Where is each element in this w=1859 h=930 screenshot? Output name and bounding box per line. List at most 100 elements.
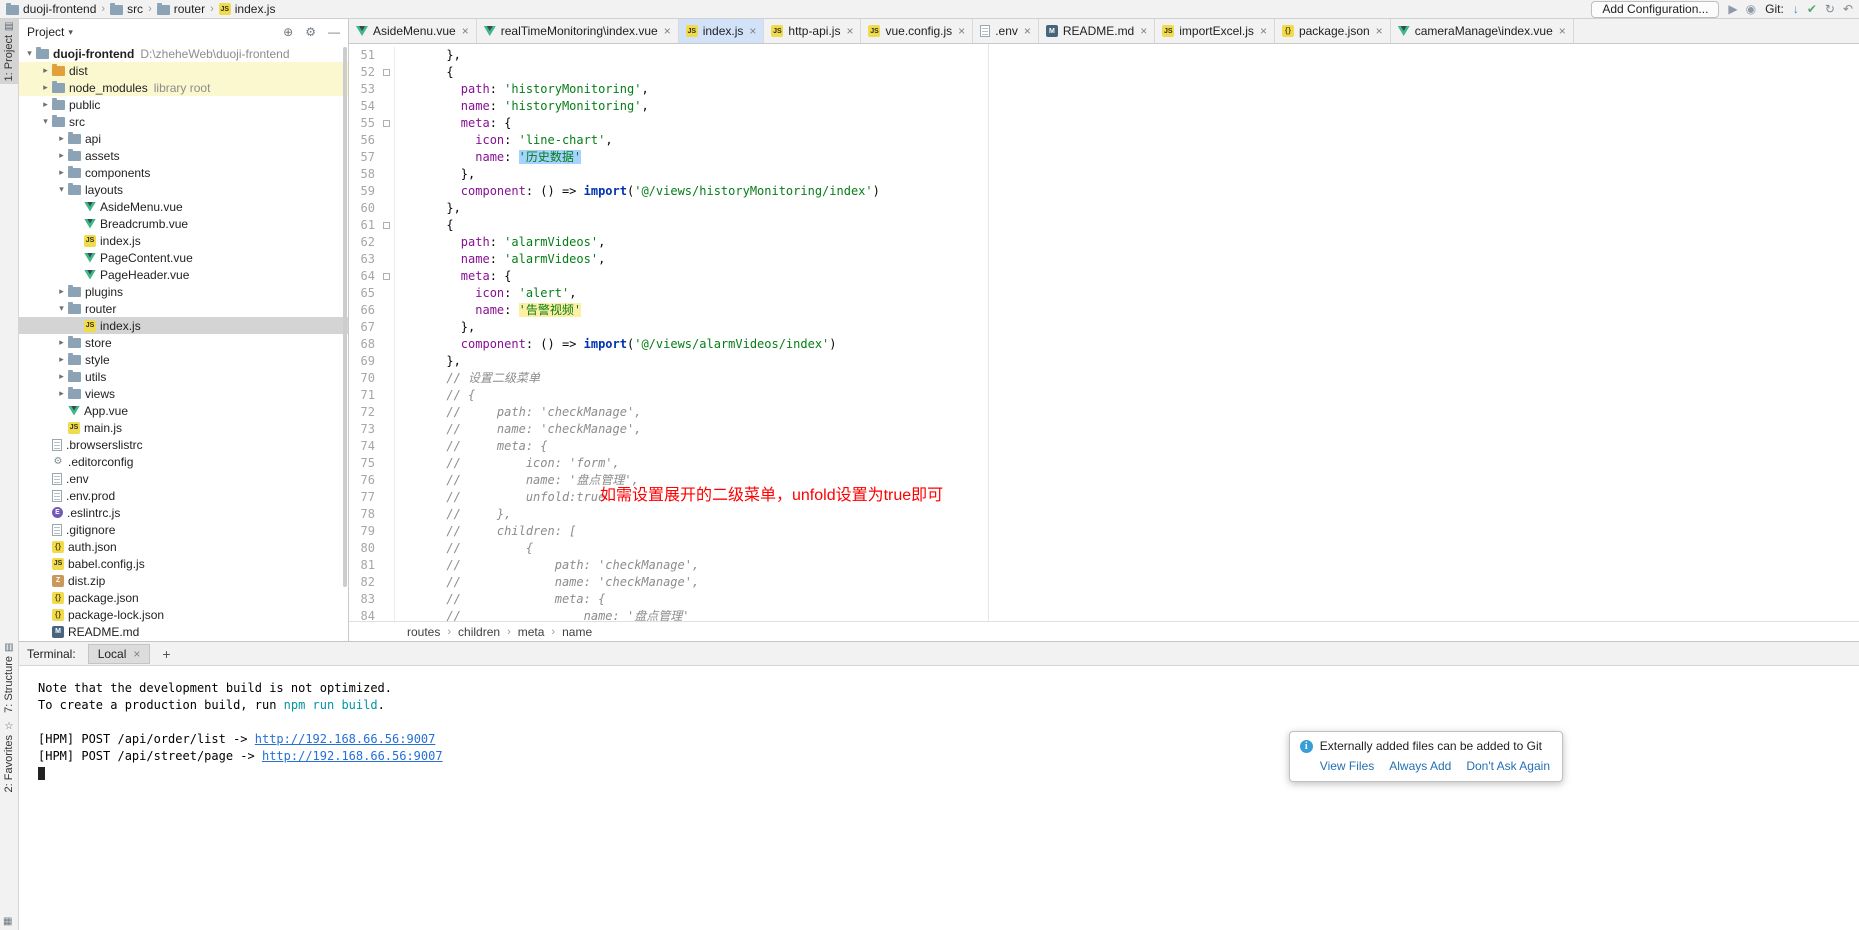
tree-item[interactable]: AsideMenu.vue (19, 198, 348, 215)
tree-item[interactable]: ▾layouts (19, 181, 348, 198)
code-text[interactable]: name: '历史数据' (395, 149, 581, 166)
tree-item[interactable]: MREADME.md (19, 623, 348, 640)
tree-item[interactable]: JSindex.js (19, 232, 348, 249)
code-text[interactable]: // children: [ (395, 523, 576, 540)
chevron-right-icon[interactable]: ▸ (39, 99, 52, 110)
tree-item[interactable]: ▸style (19, 351, 348, 368)
chevron-right-icon[interactable]: ▸ (55, 133, 68, 144)
chevron-right-icon[interactable]: ▸ (55, 388, 68, 399)
close-icon[interactable]: × (1260, 24, 1267, 38)
tree-item[interactable]: ⚙.editorconfig (19, 453, 348, 470)
tree-item[interactable]: ▸components (19, 164, 348, 181)
code-text[interactable]: { (395, 64, 454, 81)
chevron-right-icon[interactable]: ▸ (55, 354, 68, 365)
code-text[interactable]: // unfold:true (395, 489, 605, 506)
close-icon[interactable]: × (846, 24, 853, 38)
breadcrumb-item[interactable]: duoji-frontend (6, 2, 96, 16)
chevron-down-icon[interactable]: ▾ (23, 48, 36, 59)
editor-tab[interactable]: AsideMenu.vue× (349, 19, 477, 43)
tree-item[interactable]: JSindex.js (19, 317, 348, 334)
tool-button-structure[interactable]: ▥ 7: Structure (0, 640, 18, 716)
editor-tab[interactable]: JSindex.js× (679, 19, 765, 43)
chevron-down-icon[interactable]: ▾ (55, 303, 68, 314)
tree-item[interactable]: .env.prod (19, 487, 348, 504)
vcs-commit-icon[interactable]: ✔ (1807, 3, 1817, 15)
tree-item[interactable]: Zdist.zip (19, 572, 348, 589)
chevron-right-icon[interactable]: ▸ (39, 82, 52, 93)
code-text[interactable]: // path: 'checkManage', (395, 404, 641, 421)
vcs-update-icon[interactable]: ↓ (1793, 3, 1799, 15)
code-text[interactable]: // name: '盘点管理' (395, 608, 689, 621)
debug-icon[interactable]: ◉ (1746, 3, 1756, 15)
close-icon[interactable]: × (664, 24, 671, 38)
breadcrumb-item[interactable]: JSindex.js (219, 2, 276, 16)
tree-item[interactable]: ▸public (19, 96, 348, 113)
fold-marker-icon[interactable] (383, 120, 390, 127)
close-icon[interactable]: × (1024, 24, 1031, 38)
editor-tab[interactable]: JSimportExcel.js× (1155, 19, 1275, 43)
hide-panel-icon[interactable]: — (328, 26, 340, 38)
fold-marker-icon[interactable] (383, 222, 390, 229)
code-text[interactable]: // }, (395, 506, 511, 523)
code-text[interactable]: }, (395, 200, 461, 217)
tree-item[interactable]: ▸plugins (19, 283, 348, 300)
notification-action[interactable]: Always Add (1389, 759, 1451, 773)
code-text[interactable]: // name: 'checkManage', (395, 421, 641, 438)
project-view-dropdown[interactable]: Project ▾ (27, 25, 73, 39)
code-text[interactable]: path: 'historyMonitoring', (395, 81, 649, 98)
breadcrumb-item[interactable]: src (110, 2, 143, 16)
editor-tab[interactable]: JShttp-api.js× (764, 19, 861, 43)
tree-item[interactable]: {}package.json (19, 589, 348, 606)
code-text[interactable]: // icon: 'form', (395, 455, 620, 472)
tree-item[interactable]: E.eslintrc.js (19, 504, 348, 521)
tree-item[interactable]: JSmain.js (19, 419, 348, 436)
code-text[interactable]: { (395, 217, 454, 234)
notification-action[interactable]: View Files (1320, 759, 1374, 773)
close-icon[interactable]: × (749, 24, 756, 38)
close-icon[interactable]: × (1559, 24, 1566, 38)
tree-item[interactable]: ▸dist (19, 62, 348, 79)
tool-button-favorites[interactable]: ☆ 2: Favorites (0, 719, 18, 795)
vcs-rollback-icon[interactable]: ↶ (1843, 3, 1853, 15)
code-text[interactable]: }, (395, 47, 461, 64)
tree-item[interactable]: ▸assets (19, 147, 348, 164)
editor-tab[interactable]: .env× (973, 19, 1039, 43)
breadcrumb-item[interactable]: meta (518, 625, 545, 639)
breadcrumb-item[interactable]: name (562, 625, 592, 639)
tree-item[interactable]: .env (19, 470, 348, 487)
close-icon[interactable]: × (1140, 24, 1147, 38)
editor-tab[interactable]: JSvue.config.js× (861, 19, 973, 43)
chevron-right-icon[interactable]: ▸ (39, 65, 52, 76)
chevron-right-icon[interactable]: ▸ (55, 150, 68, 161)
tree-item[interactable]: ▸views (19, 385, 348, 402)
code-text[interactable]: meta: { (395, 268, 511, 285)
notification-action[interactable]: Don't Ask Again (1466, 759, 1550, 773)
editor-tab[interactable]: cameraManage\index.vue× (1391, 19, 1574, 43)
breadcrumb-item[interactable]: routes (407, 625, 440, 639)
tool-button-project[interactable]: ▤ 1: Project (0, 19, 18, 84)
fold-marker-icon[interactable] (383, 69, 390, 76)
tree-item[interactable]: ▸node_moduleslibrary root (19, 79, 348, 96)
vcs-history-icon[interactable]: ↻ (1825, 3, 1835, 15)
tree-item[interactable]: .browserslistrc (19, 436, 348, 453)
tree-item[interactable]: Breadcrumb.vue (19, 215, 348, 232)
fold-marker-icon[interactable] (383, 273, 390, 280)
code-text[interactable]: // { (395, 540, 533, 557)
code-text[interactable]: }, (395, 319, 475, 336)
close-icon[interactable]: × (462, 24, 469, 38)
code-text[interactable]: // name: 'checkManage', (395, 574, 699, 591)
tree-item[interactable]: {}auth.json (19, 538, 348, 555)
code-text[interactable]: name: 'historyMonitoring', (395, 98, 649, 115)
code-text[interactable]: }, (395, 166, 475, 183)
tree-item[interactable]: ▾src (19, 113, 348, 130)
code-text[interactable]: // path: 'checkManage', (395, 557, 699, 574)
close-icon[interactable]: × (958, 24, 965, 38)
terminal-link[interactable]: http://192.168.66.56:9007 (255, 732, 436, 746)
tree-item[interactable]: ▸store (19, 334, 348, 351)
locate-file-icon[interactable]: ⊕ (283, 26, 293, 38)
editor-tab[interactable]: {}package.json× (1275, 19, 1391, 43)
code-text[interactable]: component: () => import('@/views/history… (395, 183, 880, 200)
code-text[interactable]: meta: { (395, 115, 511, 132)
tree-item[interactable]: App.vue (19, 402, 348, 419)
code-text[interactable]: // 设置二级菜单 (395, 370, 540, 387)
